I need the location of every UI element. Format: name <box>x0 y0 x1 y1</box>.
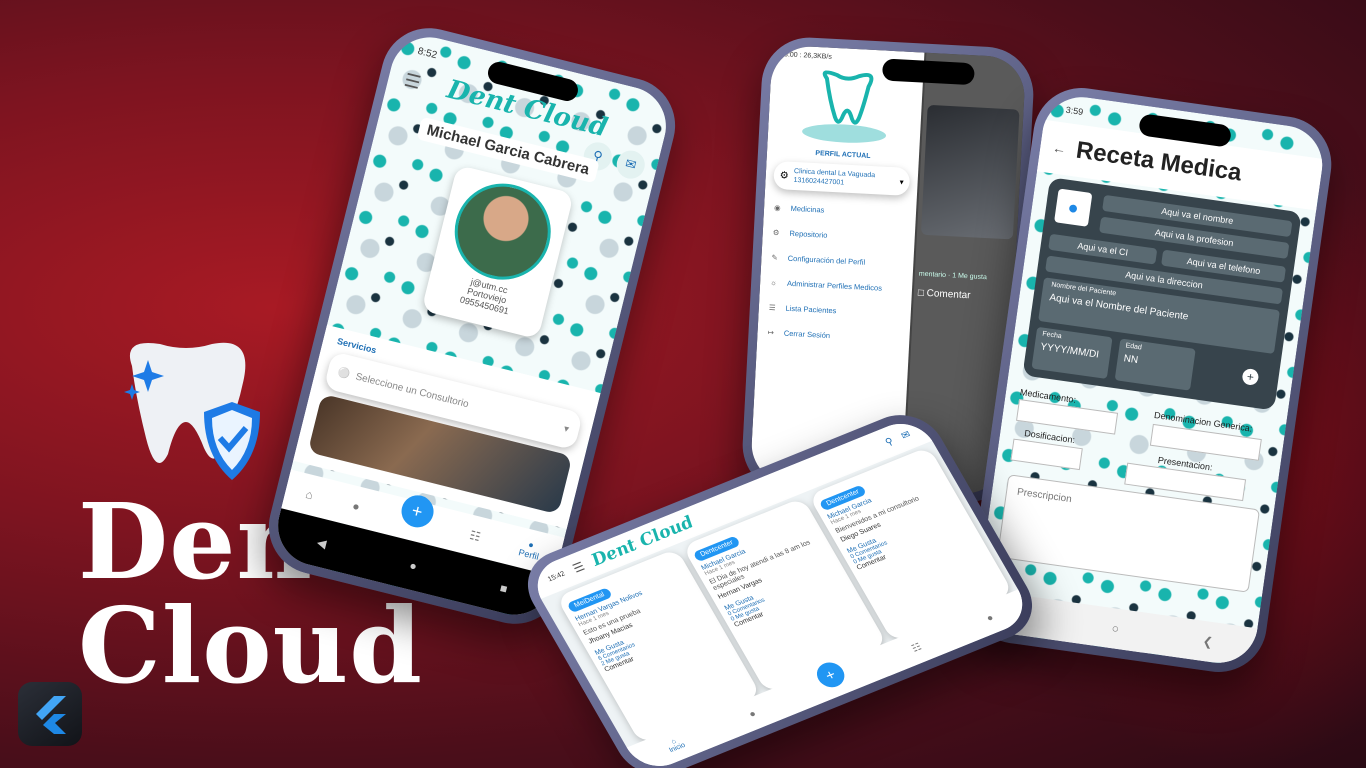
home-icon[interactable]: ⌂ <box>304 487 314 502</box>
doctor-card: ● Aqui va el nombre Aqui va la profesion… <box>1022 177 1302 411</box>
status-time: 15:42 <box>546 570 567 583</box>
add-circle-icon[interactable]: + <box>1241 367 1260 386</box>
menu-item-label: Repositorio <box>789 228 828 240</box>
gear-icon: ⚙ <box>772 227 780 238</box>
tooth-shield-icon <box>124 342 260 480</box>
clinic-select-placeholder: Seleccione un Consultorio <box>354 371 470 410</box>
menu-item-label: Lista Pacientes <box>785 303 837 316</box>
comment-button[interactable]: □ Comentar <box>918 288 1010 304</box>
tab-home[interactable]: ⌂ Inicio <box>665 736 687 754</box>
person-icon[interactable]: ● <box>984 612 995 624</box>
current-profile-label: PERFIL ACTUAL <box>815 150 871 160</box>
chevron-down-icon: ▾ <box>562 422 571 435</box>
home-circle-icon[interactable]: ● <box>408 558 418 573</box>
chat-icon[interactable]: ✉ <box>613 147 648 182</box>
search-user-icon[interactable]: ⚲ <box>883 436 895 448</box>
brand-title-line2: Cloud <box>78 584 423 707</box>
flutter-logo-icon <box>18 682 82 746</box>
clinic-icon: ⚙ <box>779 169 790 182</box>
location-icon[interactable]: ● <box>747 708 758 720</box>
recents-icon[interactable]: ■ <box>499 581 509 596</box>
back-arrow-icon[interactable]: ← <box>1051 139 1067 157</box>
location-icon[interactable]: ● <box>351 499 361 514</box>
settings-icon: ☼ <box>769 277 778 288</box>
tab-profile-label: Perfil <box>517 547 540 562</box>
feed-image <box>920 104 1020 240</box>
menu-list: ◉ Medicinas ⚙ Repositorio ✎ Configuración d… <box>757 194 917 352</box>
tooth-icon: ⚪ <box>336 366 352 381</box>
status-time: 8:52 <box>416 45 439 62</box>
menu-item-label: Administrar Perfiles Medicos <box>786 278 883 293</box>
profile-card: j@utm.cc Portoviejo 0955450691 <box>421 164 575 340</box>
date-field[interactable]: Fecha YYYY/MM/DI <box>1031 326 1113 379</box>
feed-screen: 15:42 ☰ Dent Cloud ⚲ ✉ MeiDental Hernan … <box>525 414 1035 768</box>
menu-item-label: Configuración del Perfil <box>787 253 866 267</box>
comment-icon: □ <box>917 287 925 299</box>
book-icon[interactable]: ☷ <box>468 528 482 544</box>
menu-icon[interactable]: ☰ <box>570 559 587 575</box>
chat-icon[interactable]: ✉ <box>899 429 912 442</box>
pencil-icon: ✎ <box>771 252 779 263</box>
home-circle-icon[interactable]: ○ <box>1111 621 1120 636</box>
back-icon[interactable]: ◀ <box>315 535 327 551</box>
chevron-down-icon: ▾ <box>899 176 904 187</box>
post-meta: mentario · 1 Me gusta <box>918 270 988 282</box>
pill-icon: ◉ <box>773 202 781 213</box>
age-field[interactable]: Edad NN <box>1114 338 1196 391</box>
menu-icon[interactable]: ☰ <box>402 70 422 94</box>
tooth-cloud-logo-icon <box>802 70 887 143</box>
menu-item-label: Cerrar Sesión <box>783 328 831 341</box>
menu-item-label: Medicinas <box>790 203 825 215</box>
doctor-avatar-icon: ● <box>1054 188 1093 227</box>
add-button[interactable]: + <box>397 491 437 531</box>
profile-selector[interactable]: ⚙ Clinica dental La Vaguada 131602442700… <box>773 160 911 196</box>
avatar <box>444 173 561 290</box>
logout-icon: ↦ <box>767 327 775 338</box>
tab-home-label: Inicio <box>668 741 687 755</box>
back-icon[interactable]: ❮ <box>1202 634 1214 649</box>
book-icon[interactable]: ☷ <box>910 641 924 654</box>
status-time: 3:59 <box>1065 104 1084 118</box>
list-icon: ☰ <box>768 302 776 313</box>
comment-label: Comentar <box>926 288 971 302</box>
